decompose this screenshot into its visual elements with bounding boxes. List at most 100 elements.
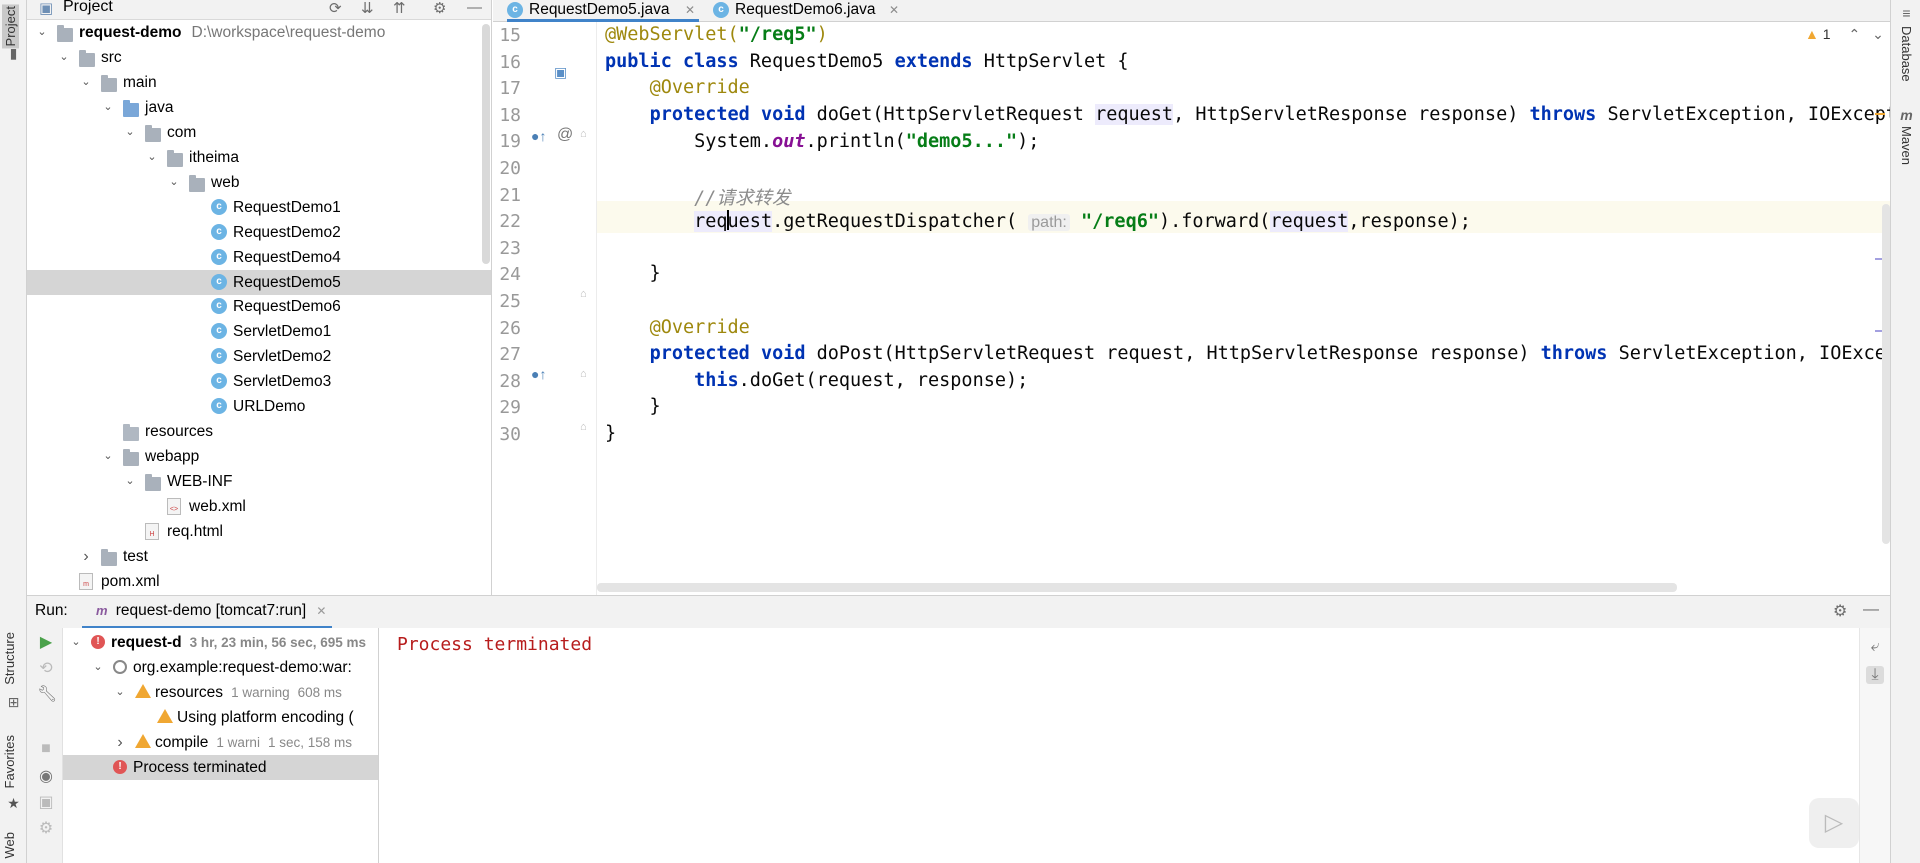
chevron-down-icon[interactable]: ⌄ bbox=[123, 469, 137, 494]
gear-icon[interactable]: ⚙ bbox=[433, 0, 446, 17]
annotation-icon[interactable]: @ bbox=[557, 126, 573, 144]
line-number: 28 bbox=[499, 370, 521, 392]
fold-icon[interactable]: ⌂ bbox=[580, 288, 587, 300]
tree-item-label: webapp bbox=[145, 448, 200, 466]
tree-item[interactable]: c RequestDemo1 bbox=[27, 195, 491, 220]
chevron-down-icon[interactable]: ⌄ bbox=[145, 145, 159, 170]
tree-item[interactable]: c ServletDemo2 bbox=[27, 344, 491, 369]
fold-icon[interactable]: ⌂ bbox=[580, 128, 587, 140]
collapse-all-icon[interactable]: ⇈ bbox=[393, 0, 406, 17]
rerun-failed-icon[interactable]: ⟲ bbox=[37, 660, 55, 678]
chevron-down-icon[interactable]: ⌄ bbox=[123, 120, 137, 145]
run-config-tab[interactable]: m request-demo [tomcat7:run] ✕ bbox=[82, 598, 333, 629]
chevron-down-icon[interactable]: ⌄ bbox=[167, 170, 181, 195]
run-tree-item[interactable]: ! Process terminated bbox=[63, 755, 378, 780]
chevron-down-icon[interactable]: ⌄ bbox=[35, 20, 49, 45]
structure-tool-tab[interactable]: Structure bbox=[2, 632, 17, 685]
rerun-icon[interactable]: ▶ bbox=[37, 634, 55, 652]
tree-item[interactable]: ⌄ com bbox=[27, 120, 491, 145]
code-editor[interactable]: @WebServlet("/req5") public class Reques… bbox=[597, 22, 1890, 595]
settings-icon[interactable]: ⚙ bbox=[37, 820, 55, 838]
close-icon[interactable]: ✕ bbox=[889, 0, 899, 20]
eye-icon[interactable]: ◉ bbox=[37, 768, 55, 786]
tree-item[interactable]: m pom.xml bbox=[27, 569, 491, 594]
run-tree-label: org.example:request-demo:war: bbox=[133, 659, 352, 676]
tab-requestdemo6[interactable]: c RequestDemo6.java ✕ bbox=[713, 0, 903, 22]
tree-item[interactable]: c ServletDemo1 bbox=[27, 319, 491, 344]
chevron-right-icon[interactable]: › bbox=[79, 544, 93, 569]
tree-item[interactable]: c RequestDemo2 bbox=[27, 220, 491, 245]
tree-item[interactable]: › test bbox=[27, 544, 491, 569]
chevron-down-icon[interactable]: ⌄ bbox=[69, 630, 83, 655]
tree-item[interactable]: ⌄ request-demo D:\workspace\request-demo bbox=[27, 20, 491, 45]
chevron-down-icon[interactable]: ⌄ bbox=[101, 95, 115, 120]
play-overlay-icon[interactable]: ▷ bbox=[1809, 798, 1859, 848]
hide-panel-icon[interactable]: — bbox=[467, 0, 482, 16]
line-number: 24 bbox=[499, 264, 521, 286]
project-tree-scrollbar[interactable] bbox=[482, 24, 490, 264]
tree-item[interactable]: Hreq.html bbox=[27, 519, 491, 544]
console-output[interactable]: Process terminated ▷ bbox=[379, 628, 1859, 863]
tree-item[interactable]: ⌄ webapp bbox=[27, 444, 491, 469]
project-panel-title[interactable]: Project bbox=[63, 0, 113, 16]
chevron-down-icon[interactable]: ⌄ bbox=[113, 680, 127, 705]
editor-gutter: 15 16 17 18 19 20 21 22 23 24 25 26 27 28 29 30 ▣ ●↑ @ … bbox=[493, 22, 597, 595]
inspection-widget[interactable]: ▲ 1 ⌃ ⌄ bbox=[1805, 26, 1885, 46]
close-icon[interactable]: ✕ bbox=[316, 604, 326, 618]
class-icon: c bbox=[211, 398, 227, 415]
soft-wrap-icon[interactable]: ⤶ bbox=[1866, 638, 1884, 656]
hide-panel-icon[interactable]: — bbox=[1863, 601, 1879, 619]
tree-item[interactable]: c RequestDemo6 bbox=[27, 294, 491, 319]
tree-item[interactable]: c RequestDemo4 bbox=[27, 245, 491, 270]
run-tree-item[interactable]: ⌄! request-d 3 hr, 23 min, 56 sec, 695 ms bbox=[63, 630, 378, 655]
tree-item-label: resources bbox=[145, 423, 214, 441]
chevron-up-icon[interactable]: ⌃ bbox=[1848, 26, 1860, 42]
chevron-down-icon[interactable]: ⌄ bbox=[1872, 26, 1884, 42]
chevron-down-icon[interactable]: ⌄ bbox=[91, 655, 105, 680]
editor-horizontal-scrollbar[interactable] bbox=[597, 583, 1677, 592]
run-tree-item[interactable]: › compile 1 warni 1 sec, 158 ms bbox=[63, 730, 378, 755]
fold-icon[interactable]: ⌂ bbox=[580, 368, 587, 380]
chevron-down-icon[interactable]: ⌄ bbox=[57, 45, 71, 70]
run-tree-label: Process terminated bbox=[133, 759, 267, 776]
override-method-icon[interactable]: ●↑ bbox=[531, 366, 546, 382]
stop-icon[interactable]: ■ bbox=[37, 740, 55, 758]
editor-vertical-scrollbar[interactable] bbox=[1882, 204, 1890, 544]
chevron-right-icon[interactable]: › bbox=[113, 730, 127, 755]
run-tree-item[interactable]: ⌄ org.example:request-demo:war: bbox=[63, 655, 378, 680]
tree-item[interactable]: ⌄ itheima bbox=[27, 145, 491, 170]
camera-icon[interactable]: ▣ bbox=[37, 794, 55, 812]
tree-item[interactable]: resources bbox=[27, 419, 491, 444]
chevron-down-icon[interactable]: ⌄ bbox=[79, 70, 93, 95]
tree-item[interactable]: <> web.xml bbox=[27, 494, 491, 519]
favorites-tool-tab[interactable]: Favorites bbox=[2, 735, 17, 788]
tree-item[interactable]: ⌄ web bbox=[27, 170, 491, 195]
tree-item[interactable]: ⌄ main bbox=[27, 70, 491, 95]
run-tree-item[interactable]: Using platform encoding ( bbox=[63, 705, 378, 730]
fold-icon[interactable]: ⌂ bbox=[580, 421, 587, 433]
tree-item-label: RequestDemo5 bbox=[233, 273, 341, 291]
tree-item[interactable]: c URLDemo bbox=[27, 394, 491, 419]
run-tree-item[interactable]: ⌄ resources 1 warning 608 ms bbox=[63, 680, 378, 705]
tree-item[interactable]: c ServletDemo3 bbox=[27, 369, 491, 394]
scroll-to-end-icon[interactable]: ⤓ bbox=[1866, 666, 1884, 684]
expand-all-icon[interactable]: ⇊ bbox=[361, 0, 374, 17]
web-tool-tab[interactable]: Web bbox=[2, 832, 17, 859]
wrench-icon[interactable]: 🔧︎ bbox=[37, 686, 57, 704]
project-tool-tab[interactable]: Project bbox=[2, 4, 19, 49]
tree-item[interactable]: ⌄ WEB-INF bbox=[27, 469, 491, 494]
maven-tool-tab[interactable]: Maven bbox=[1899, 126, 1914, 165]
override-method-icon[interactable]: ●↑ bbox=[531, 128, 546, 144]
database-tool-tab[interactable]: Database bbox=[1899, 26, 1914, 82]
warning-stripe[interactable] bbox=[1875, 113, 1885, 115]
close-icon[interactable]: ✕ bbox=[685, 0, 695, 20]
right-tool-strip: ≡ Database m Maven bbox=[1890, 0, 1920, 863]
tree-item[interactable]: ⌄ java bbox=[27, 95, 491, 120]
tree-item[interactable]: c RequestDemo5 bbox=[27, 269, 491, 295]
tab-requestdemo5[interactable]: c RequestDemo5.java ✕ bbox=[507, 0, 699, 22]
sync-icon[interactable]: ⟳ bbox=[329, 0, 342, 17]
chevron-down-icon[interactable]: ⌄ bbox=[101, 444, 115, 469]
servlet-mapping-icon[interactable]: ▣ bbox=[554, 64, 567, 81]
gear-icon[interactable]: ⚙ bbox=[1833, 601, 1847, 621]
tree-item[interactable]: ⌄ src bbox=[27, 45, 491, 70]
